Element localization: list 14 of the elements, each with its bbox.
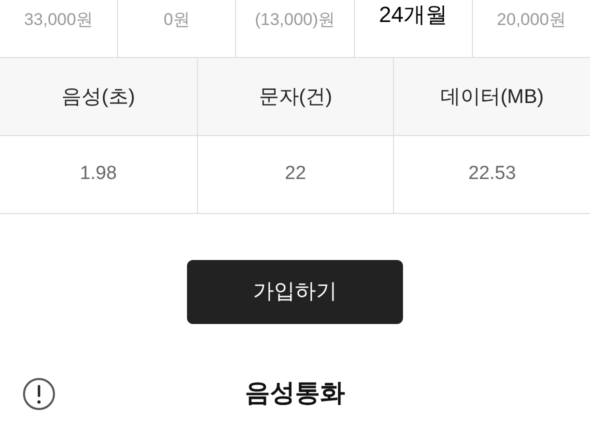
price-note: 33,000원: [24, 9, 94, 31]
column-header: 음성(초): [62, 84, 135, 110]
price-note: 0원: [164, 9, 190, 31]
join-button[interactable]: 가입하기: [187, 260, 403, 324]
table-cell-text: 1.98: [80, 162, 117, 186]
column-header: 데이터(MB): [440, 84, 544, 110]
exclamation-icon: [22, 377, 56, 411]
table-cell-text: 22.53: [468, 162, 516, 186]
price-note: 20,000원: [496, 9, 566, 31]
section-title: 음성통화: [245, 378, 345, 410]
table-cell-text: 22: [284, 162, 306, 186]
column-header: 문자(건): [258, 84, 332, 110]
price-note: (13,000)원: [254, 9, 336, 31]
contract-period: 24개월: [378, 1, 448, 29]
